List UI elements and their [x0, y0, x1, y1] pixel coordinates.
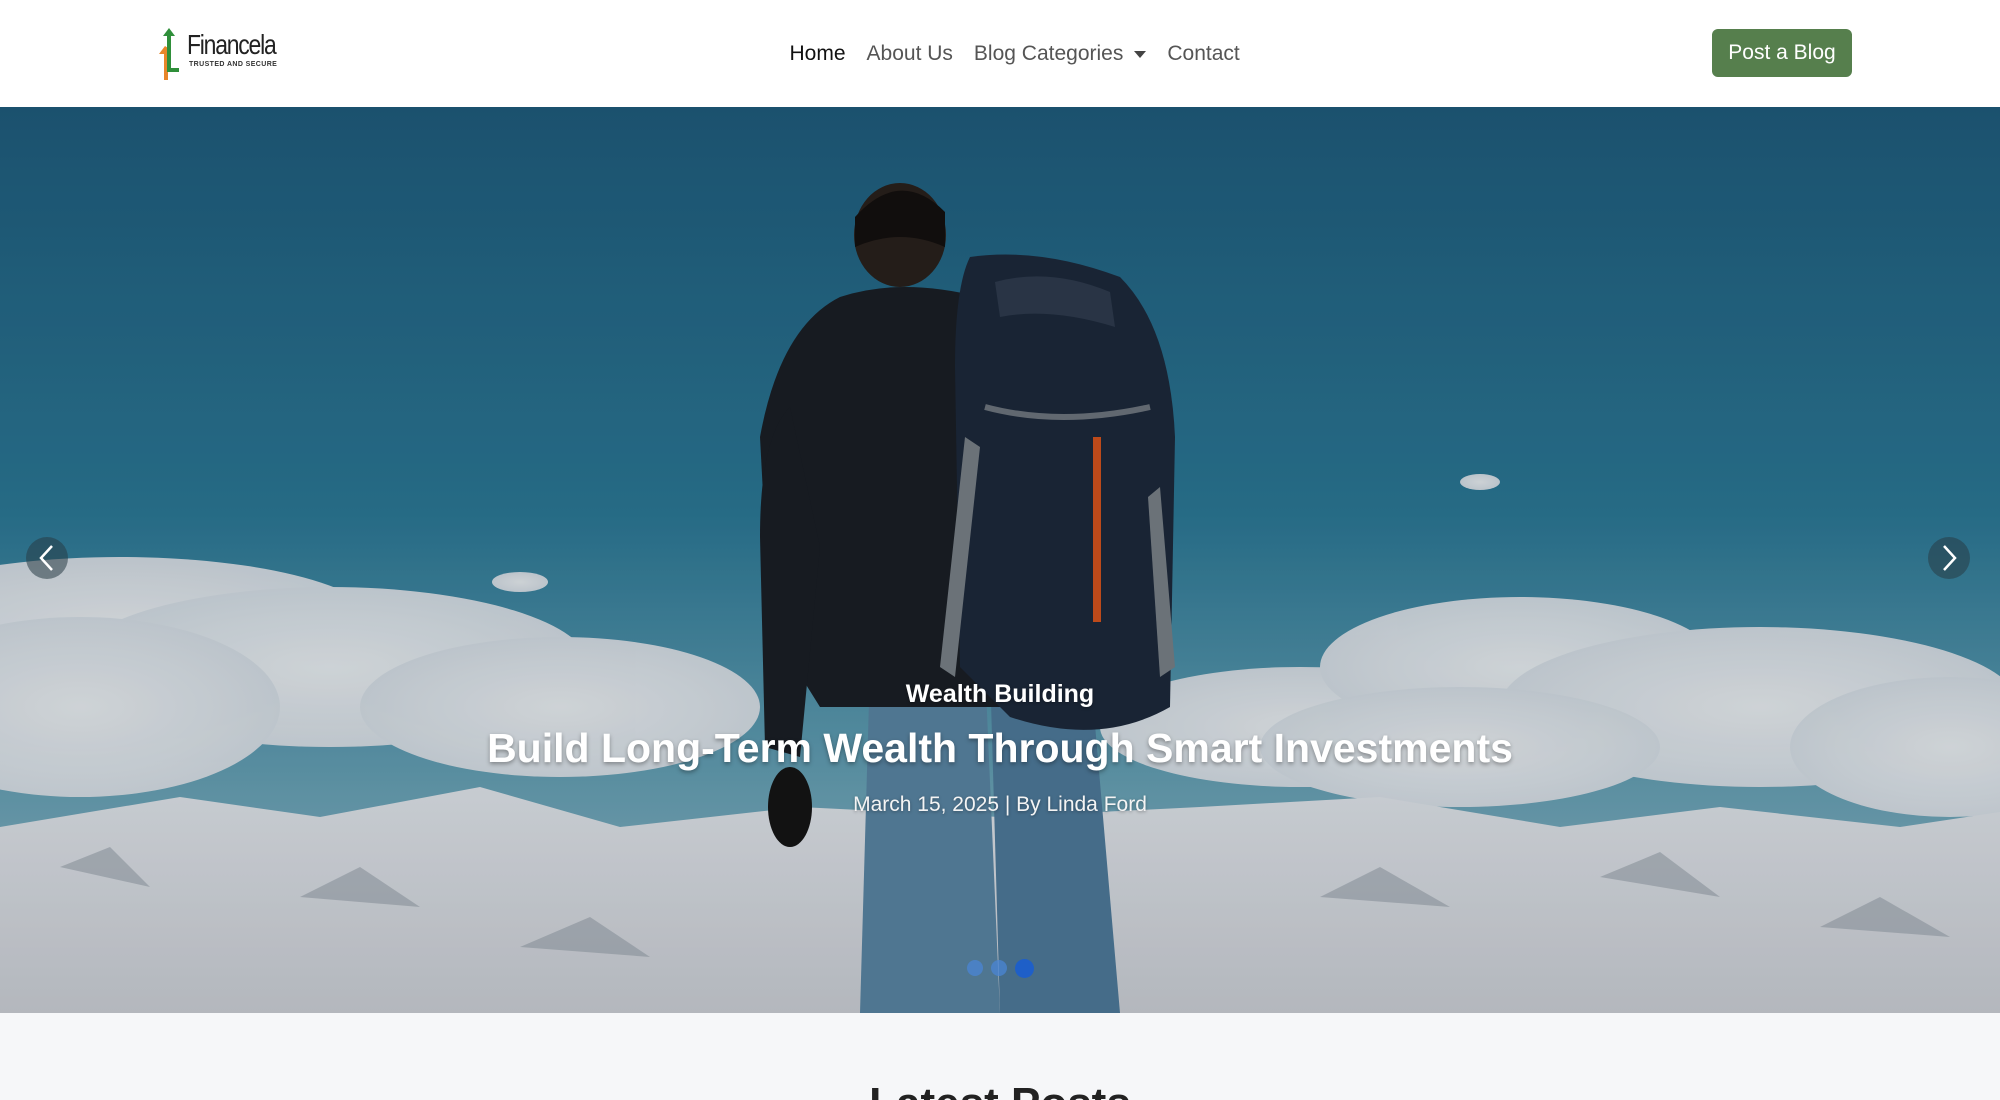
brand-tagline: TRUSTED AND SECURE: [189, 61, 278, 68]
latest-posts-heading: Latest Posts: [0, 1079, 2000, 1100]
nav-about-us[interactable]: About Us: [856, 42, 963, 66]
carousel-indicator-2[interactable]: [990, 960, 1007, 976]
nav-blog-categories-label: Blog Categories: [973, 41, 1124, 65]
chevron-right-icon: [1943, 545, 1957, 571]
chevron-left-icon: [39, 545, 53, 571]
brand-logo[interactable]: Financela TRUSTED AND SECURE: [155, 24, 295, 82]
post-meta: March 15, 2025 | By Linda Ford: [853, 793, 1147, 816]
carousel-prev-button[interactable]: [26, 537, 68, 579]
carousel-indicators: [0, 958, 2000, 978]
carousel-indicator-1[interactable]: [966, 960, 983, 976]
logo-mark-icon: [159, 28, 179, 80]
brand-name: Financela: [187, 29, 277, 60]
post-a-blog-button[interactable]: Post a Blog: [1712, 29, 1852, 77]
carousel-next-button[interactable]: [1928, 537, 1970, 579]
post-title[interactable]: Build Long-Term Wealth Through Smart Inv…: [0, 721, 2000, 775]
latest-posts-section: Latest Posts: [0, 1013, 2000, 1100]
hero-carousel: Wealth Building Build Long-Term Wealth T…: [0, 107, 2000, 1013]
carousel-indicator-3[interactable]: [1014, 958, 1034, 978]
nav-blog-categories-dropdown[interactable]: Blog Categories: [963, 42, 1156, 66]
caret-down-icon: [1134, 51, 1147, 58]
carousel-caption: Wealth Building Build Long-Term Wealth T…: [0, 673, 2000, 817]
brand-text: Financela TRUSTED AND SECURE: [187, 29, 295, 69]
post-category[interactable]: Wealth Building: [0, 673, 2000, 715]
navbar: Financela TRUSTED AND SECURE Home About …: [0, 0, 2000, 107]
hero-overlay: [0, 107, 2000, 1013]
nav-contact[interactable]: Contact: [1157, 42, 1250, 66]
nav-menu: Home About Us Blog Categories Contact: [779, 0, 1250, 107]
nav-home[interactable]: Home: [779, 42, 856, 66]
